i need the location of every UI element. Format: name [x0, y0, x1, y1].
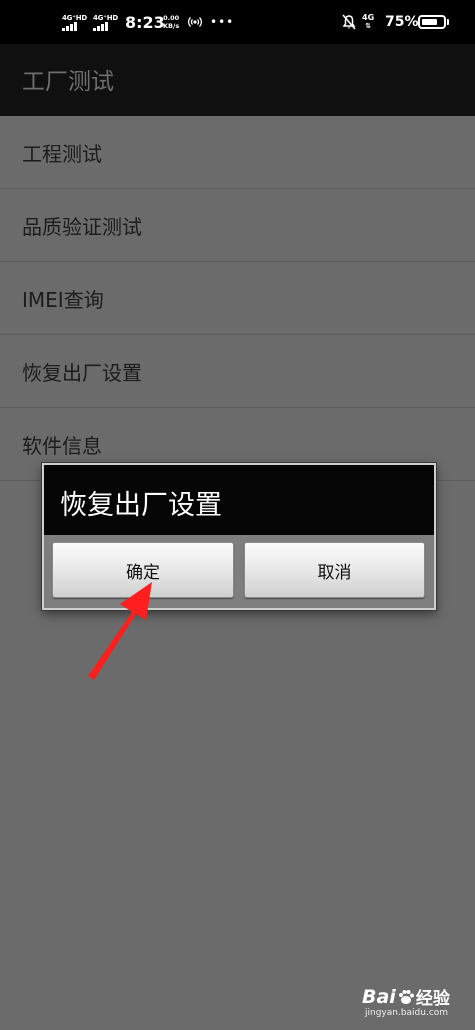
- watermark-brand: Bai 经验: [362, 984, 450, 1010]
- watermark-url: jingyan.baidu.com: [365, 1008, 449, 1018]
- watermark-brand-text: Bai: [362, 985, 396, 1008]
- watermark-jingyan-text: 经验: [415, 989, 450, 1009]
- red-pointer-arrow-icon: [88, 582, 152, 680]
- baidu-jingyan-watermark: Bai 经验 jingyan.baidu.com: [362, 984, 472, 1024]
- baidu-paw-icon: [398, 989, 414, 1004]
